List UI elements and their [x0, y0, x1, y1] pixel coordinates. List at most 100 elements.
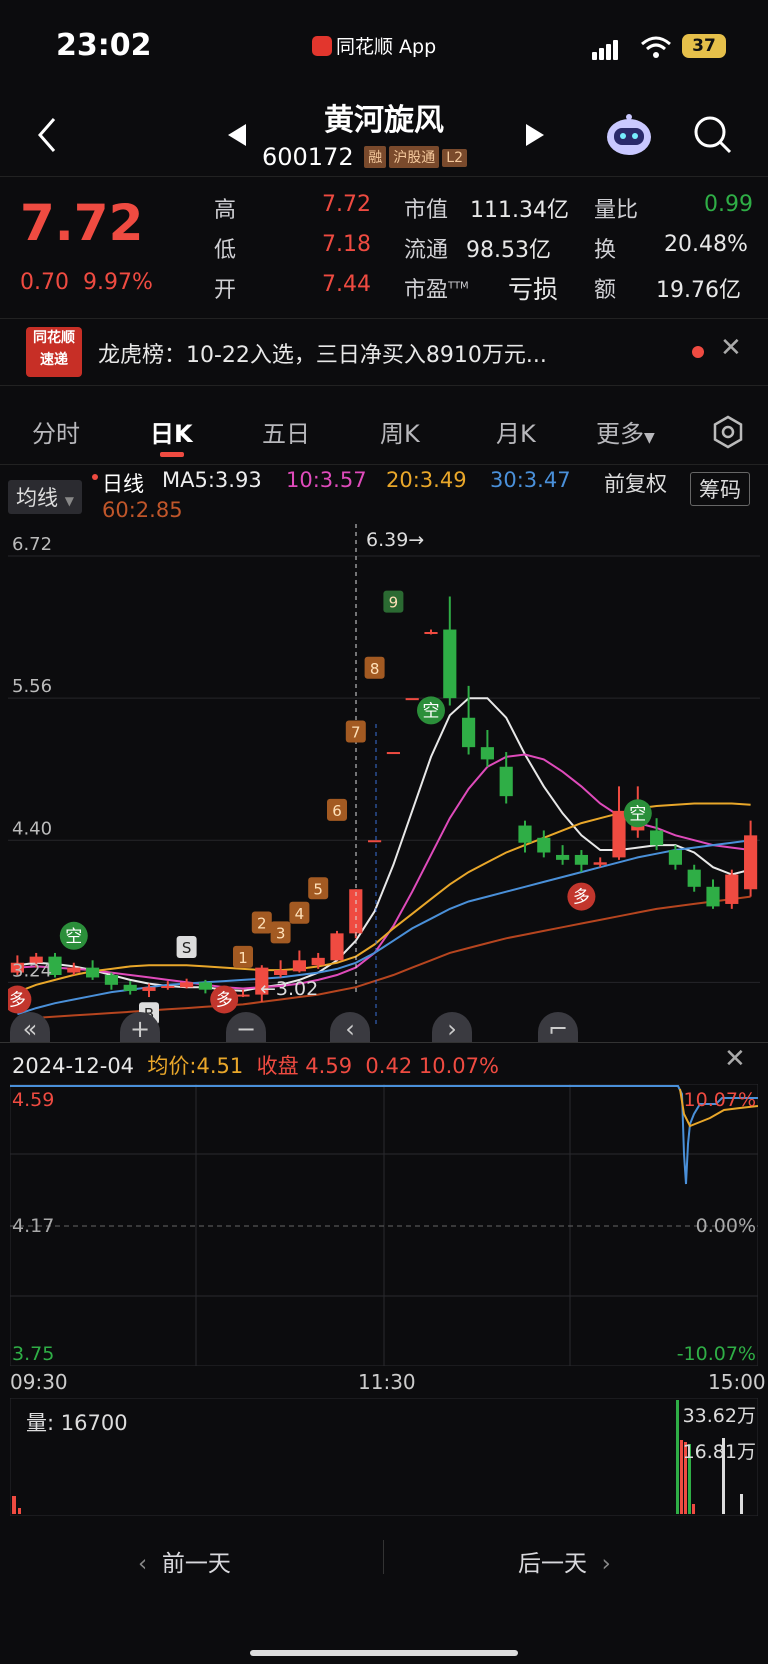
- zoom-out-icon[interactable]: −: [226, 1012, 266, 1042]
- label-low: 低: [214, 238, 237, 263]
- volume-bar: [12, 1496, 16, 1514]
- next-day-button[interactable]: 后一天 ›: [518, 1544, 611, 1578]
- chart-tabs: 分时 日K 五日 周K 月K 更多▼: [0, 400, 768, 465]
- tag-l2: L2: [442, 149, 467, 167]
- tab-five-day[interactable]: 五日: [262, 414, 310, 449]
- tab-intraday[interactable]: 分时: [32, 414, 80, 449]
- kline-chart[interactable]: 6.725.564.403.24 6.39→ ←3.02 空多多空多空BS123…: [8, 524, 760, 1040]
- tab-more[interactable]: 更多▼: [596, 414, 655, 449]
- volume-half: 16.81万: [683, 1441, 756, 1463]
- label-turnover: 换: [594, 238, 617, 263]
- legend-line-type: 日线: [102, 472, 144, 496]
- app-name: 同花顺 App: [312, 32, 436, 59]
- divider: [0, 176, 768, 177]
- duo-marker-text: 多: [573, 888, 590, 908]
- robot-assistant-icon[interactable]: [604, 112, 654, 158]
- label-high: 高: [214, 198, 237, 223]
- candle-body: [142, 987, 156, 991]
- intraday-chart[interactable]: 4.59 4.17 3.75 10.07% 0.00% -10.07%: [10, 1084, 758, 1366]
- candle-body: [86, 967, 100, 978]
- label-open: 开: [214, 278, 237, 303]
- candle-body: [311, 957, 325, 966]
- indicator-dropdown[interactable]: 均线 ▼: [8, 480, 82, 514]
- unread-dot-icon: [692, 346, 704, 358]
- candle-body: [386, 752, 400, 755]
- sell-marker-text: S: [182, 939, 192, 957]
- prev-day-button[interactable]: ‹ 前一天: [138, 1544, 231, 1578]
- news-banner[interactable]: 同花顺速递 龙虎榜：10-22入选，三日净买入8910万元... ✕: [0, 318, 768, 386]
- scroll-right-icon[interactable]: ›: [432, 1012, 472, 1042]
- y-left-bottom: 3.75: [12, 1343, 54, 1365]
- candle-body: [161, 986, 175, 989]
- count-label-text: 6: [332, 802, 342, 820]
- close-icon[interactable]: ✕: [720, 333, 742, 363]
- tab-weekly-k[interactable]: 周K: [380, 414, 420, 449]
- high-mark: 6.39→: [366, 529, 424, 551]
- value-pe: 亏损: [508, 275, 559, 304]
- avg-value: 4.51: [196, 1054, 244, 1078]
- zoom-in-icon[interactable]: +: [120, 1012, 160, 1042]
- stock-code: 600172: [262, 143, 354, 171]
- candle-body: [236, 994, 250, 997]
- scroll-left-icon[interactable]: ‹: [330, 1012, 370, 1042]
- y-axis-label: 4.40: [12, 818, 52, 839]
- candle-body: [574, 854, 588, 865]
- value-float-cap: 98.53亿: [466, 238, 551, 263]
- change-value: 0.70: [20, 270, 69, 295]
- settings-icon[interactable]: [710, 414, 746, 450]
- label-volume-ratio: 量比: [594, 198, 639, 223]
- candle-body: [330, 933, 344, 961]
- y-left-top: 4.59: [12, 1089, 54, 1111]
- close-panel-icon[interactable]: ✕: [724, 1044, 746, 1074]
- candle-body: [480, 747, 494, 760]
- count-label-text: 2: [257, 915, 267, 933]
- indicator-mode: 均线: [16, 486, 58, 510]
- legend-ma60: 60:2.85: [102, 498, 183, 522]
- y-right-bottom: -10.07%: [677, 1343, 756, 1365]
- label-pe-text: 市盈: [404, 278, 449, 303]
- y-right-top: 10.07%: [684, 1089, 756, 1111]
- candle-body: [706, 886, 720, 907]
- legend-ma5: MA5:3.93: [162, 468, 262, 492]
- duo-marker-text: 多: [216, 991, 233, 1011]
- home-indicator: [250, 1650, 518, 1656]
- fullscreen-icon[interactable]: ⌐: [538, 1012, 578, 1042]
- legend-ma20: 20:3.49: [386, 468, 467, 492]
- signal-icon: [592, 40, 620, 60]
- candle-body: [292, 960, 306, 972]
- volume-bar: [676, 1400, 679, 1514]
- search-icon[interactable]: [692, 114, 734, 156]
- duo-marker-text: 多: [9, 991, 26, 1011]
- news-badge-line2: 速递: [40, 352, 68, 368]
- tab-monthly-k[interactable]: 月K: [496, 414, 536, 449]
- close-value: 4.59: [305, 1054, 353, 1078]
- volume-bar: [692, 1504, 695, 1514]
- triangle-right-icon[interactable]: [524, 122, 546, 148]
- label-pe-sup: TTM: [448, 280, 469, 292]
- volume-chart: 量: 16700 33.62万 16.81万: [10, 1398, 758, 1516]
- status-bar: 23:02 同花顺 App 37: [0, 0, 768, 90]
- volume-label: 量: 16700: [26, 1411, 128, 1435]
- label-amount: 额: [594, 278, 617, 303]
- chevron-right-icon: ›: [601, 1551, 611, 1577]
- x-label-close: 15:00: [708, 1370, 766, 1394]
- chips-button[interactable]: 筹码: [690, 472, 750, 506]
- y-axis-label: 3.24: [12, 960, 52, 981]
- adjust-mode[interactable]: 前复权: [604, 468, 667, 498]
- price-change: 0.70 9.97%: [20, 270, 153, 295]
- volume-max: 33.62万: [683, 1405, 756, 1427]
- divider: [383, 1540, 384, 1574]
- change-pct: 9.97%: [82, 270, 153, 295]
- count-label-text: 7: [351, 723, 361, 741]
- news-badge-line1: 同花顺: [33, 330, 75, 346]
- volume-bar: [740, 1494, 743, 1514]
- day-navigation: ‹ 前一天 后一天 ›: [0, 1540, 768, 1580]
- tab-daily-k[interactable]: 日K: [150, 414, 193, 449]
- collapse-icon[interactable]: «: [10, 1012, 50, 1042]
- label-pe: 市盈TTM: [404, 272, 469, 304]
- candle-body: [556, 854, 570, 860]
- intraday-header: 2024-12-04 均价:4.51 收盘 4.59 0.42 10.07%: [12, 1050, 499, 1080]
- x-label-open: 09:30: [10, 1370, 68, 1394]
- candle-body: [180, 982, 194, 988]
- news-text[interactable]: 龙虎榜：10-22入选，三日净买入8910万元...: [98, 337, 547, 369]
